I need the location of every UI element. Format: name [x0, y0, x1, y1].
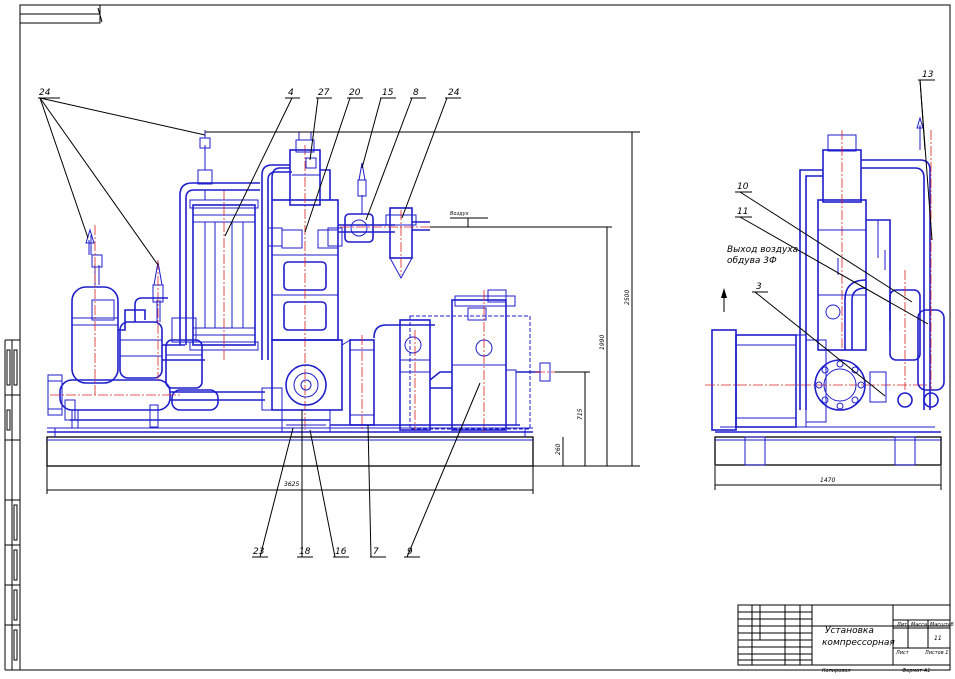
- air-label: Воздух: [450, 211, 469, 217]
- dim-1990: 1990: [599, 335, 606, 350]
- callout-24-left: 24: [39, 88, 51, 98]
- col-scale: Масштаб: [930, 622, 954, 628]
- callout-24-right: 24: [448, 88, 460, 98]
- callout-10: 10: [737, 182, 749, 192]
- callout-11: 11: [737, 207, 748, 217]
- side-note-line1: Выход воздуха: [727, 245, 798, 255]
- drawing-sheet: 24 4 27 20 15 8 24 23 18 16 7 9 13 10 11…: [0, 0, 955, 675]
- dim-overall-height: 2500: [624, 290, 631, 305]
- callout-8: 8: [413, 88, 419, 98]
- side-note-line2: обдува 3Ф: [727, 256, 777, 266]
- callout-27: 27: [318, 88, 330, 98]
- sheet-frame: [4, 4, 951, 671]
- side-view: [705, 116, 945, 490]
- callout-20: 20: [349, 88, 361, 98]
- col-sheet: Лист: [895, 650, 910, 656]
- col-mass: Масса: [911, 622, 927, 628]
- sheet-number: 11: [934, 635, 942, 642]
- callout-4: 4: [288, 88, 294, 98]
- callout-9: 9: [407, 547, 413, 557]
- engineering-drawing: 24 4 27 20 15 8 24 23 18 16 7 9 13 10 11…: [4, 4, 954, 674]
- dim-overall-length: 3625: [284, 481, 299, 488]
- col-sheets: Листов 1: [924, 650, 948, 656]
- title-block: Установка компрессорная Лит. Масса Масшт…: [737, 604, 954, 674]
- dim-side-width: 1470: [820, 477, 835, 484]
- col-lit: Лит.: [896, 622, 909, 628]
- callout-13: 13: [922, 70, 934, 80]
- front-view: [46, 130, 640, 494]
- title-line2: компрессорная: [822, 638, 895, 648]
- format-label: Формат А1: [902, 668, 930, 674]
- title-line1: Установка: [825, 626, 874, 636]
- callout-7: 7: [373, 547, 379, 557]
- callout-23: 23: [253, 547, 265, 557]
- callout-16: 16: [335, 547, 347, 557]
- callout-15: 15: [382, 88, 394, 98]
- copied-label: Копировал: [822, 668, 851, 674]
- callout-3: 3: [756, 282, 762, 292]
- dim-715: 715: [577, 408, 584, 420]
- dim-260: 260: [555, 443, 562, 455]
- callout-18: 18: [299, 547, 311, 557]
